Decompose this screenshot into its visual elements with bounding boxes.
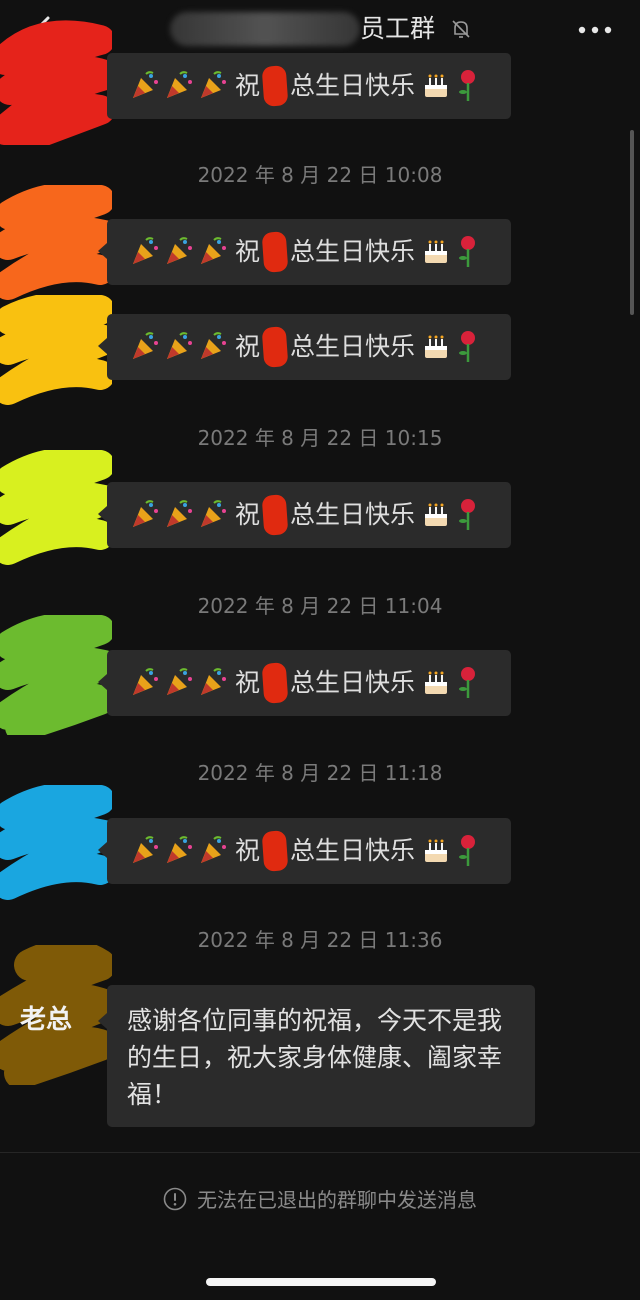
message-bubble[interactable]: 祝 总生日快乐 bbox=[98, 219, 511, 285]
rose-icon bbox=[459, 331, 476, 362]
party-popper-icon bbox=[167, 332, 192, 359]
message-suffix: 总生日快乐 bbox=[290, 500, 416, 529]
birthday-cake-icon bbox=[425, 671, 448, 694]
timestamp: 2022 年 8 月 22 日 10:15 bbox=[197, 426, 443, 450]
notice-text: 无法在已退出的群聊中发送消息 bbox=[197, 1188, 477, 1212]
party-popper-icon bbox=[133, 332, 158, 359]
message-prefix: 祝 bbox=[235, 332, 261, 361]
rose-icon bbox=[459, 667, 476, 698]
scrollbar[interactable] bbox=[630, 130, 634, 315]
party-popper-icon bbox=[201, 668, 226, 695]
party-popper-icon bbox=[167, 668, 192, 695]
message-text: 感谢各位同事的祝福，今天不是我的生日，祝大家身体健康、阖家幸福！ bbox=[127, 1006, 503, 1109]
bubble-tail bbox=[98, 674, 107, 690]
bubble-tail bbox=[98, 506, 107, 522]
party-popper-icon bbox=[133, 237, 158, 264]
avatar[interactable] bbox=[0, 450, 112, 565]
name-redaction bbox=[261, 494, 289, 536]
rose-icon bbox=[459, 70, 476, 101]
bubble-tail bbox=[98, 243, 107, 259]
rose-icon bbox=[459, 236, 476, 267]
party-popper-icon bbox=[133, 71, 158, 98]
party-popper-icon bbox=[201, 71, 226, 98]
party-popper-icon bbox=[133, 668, 158, 695]
avatar[interactable] bbox=[0, 185, 112, 300]
bubble-tail bbox=[98, 338, 107, 354]
timestamp: 2022 年 8 月 22 日 10:08 bbox=[197, 163, 443, 187]
bubble-tail bbox=[98, 1013, 107, 1029]
bubble-tail bbox=[98, 842, 107, 858]
timestamp: 2022 年 8 月 22 日 11:18 bbox=[197, 761, 443, 785]
divider bbox=[0, 1152, 640, 1153]
birthday-cake-icon bbox=[425, 839, 448, 862]
message-prefix: 祝 bbox=[235, 71, 261, 100]
avatar[interactable] bbox=[0, 295, 112, 405]
birthday-cake-icon bbox=[425, 503, 448, 526]
message-prefix: 祝 bbox=[235, 237, 261, 266]
party-popper-icon bbox=[133, 500, 158, 527]
message-suffix: 总生日快乐 bbox=[290, 836, 416, 865]
group-name-redaction bbox=[170, 12, 360, 46]
message-prefix: 祝 bbox=[235, 668, 261, 697]
party-popper-icon bbox=[201, 237, 226, 264]
home-indicator[interactable] bbox=[206, 1278, 436, 1286]
birthday-cake-icon bbox=[425, 335, 448, 358]
message-bubble[interactable]: 祝 总生日快乐 bbox=[98, 314, 511, 380]
party-popper-icon bbox=[201, 836, 226, 863]
message-bubble[interactable]: 祝 总生日快乐 bbox=[98, 818, 511, 884]
timestamp: 2022 年 8 月 22 日 11:04 bbox=[197, 594, 443, 618]
rose-icon bbox=[459, 835, 476, 866]
exclamation-circle-icon bbox=[163, 1187, 187, 1210]
avatar[interactable] bbox=[0, 20, 112, 145]
name-redaction bbox=[261, 231, 289, 273]
message-prefix: 祝 bbox=[235, 500, 261, 529]
avatar[interactable] bbox=[0, 615, 112, 735]
party-popper-icon bbox=[201, 332, 226, 359]
avatar-name: 老总 bbox=[20, 1005, 73, 1035]
party-popper-icon bbox=[167, 71, 192, 98]
rose-icon bbox=[459, 499, 476, 530]
birthday-cake-icon bbox=[425, 74, 448, 97]
message-bubble[interactable]: 祝 总生日快乐 bbox=[107, 53, 511, 119]
message-bubble[interactable]: 感谢各位同事的祝福，今天不是我的生日，祝大家身体健康、阖家幸福！ bbox=[98, 985, 535, 1127]
timestamp: 2022 年 8 月 22 日 11:36 bbox=[197, 928, 443, 952]
more-dots-icon[interactable] bbox=[578, 26, 612, 34]
message-bubble[interactable]: 祝 总生日快乐 bbox=[98, 482, 511, 548]
message-suffix: 总生日快乐 bbox=[290, 237, 416, 266]
message-bubble[interactable]: 祝 总生日快乐 bbox=[98, 650, 511, 716]
message-suffix: 总生日快乐 bbox=[290, 668, 416, 697]
chat-title: 员工群 bbox=[360, 14, 436, 43]
party-popper-icon bbox=[167, 500, 192, 527]
party-popper-icon bbox=[201, 500, 226, 527]
party-popper-icon bbox=[167, 836, 192, 863]
message-suffix: 总生日快乐 bbox=[290, 332, 416, 361]
party-popper-icon bbox=[133, 836, 158, 863]
bell-off-icon bbox=[452, 20, 470, 38]
birthday-cake-icon bbox=[425, 240, 448, 263]
name-redaction bbox=[261, 662, 289, 704]
message-suffix: 总生日快乐 bbox=[290, 71, 416, 100]
exit-notice: 无法在已退出的群聊中发送消息 bbox=[0, 1184, 640, 1213]
message-prefix: 祝 bbox=[235, 836, 261, 865]
name-redaction bbox=[261, 65, 289, 107]
name-redaction bbox=[261, 326, 289, 368]
name-redaction bbox=[261, 830, 289, 872]
party-popper-icon bbox=[167, 237, 192, 264]
avatar[interactable] bbox=[0, 785, 112, 905]
